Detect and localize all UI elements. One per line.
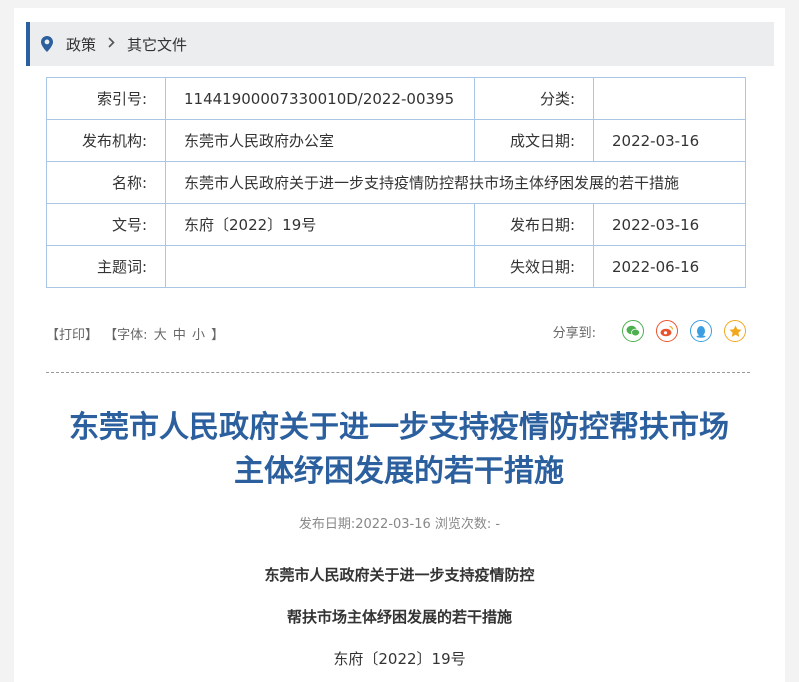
print-button[interactable]: 【打印】 <box>46 328 98 343</box>
font-large-button[interactable]: 大 <box>154 328 167 343</box>
weibo-icon[interactable] <box>656 320 678 342</box>
publish-date-label: 发布日期: <box>474 203 594 246</box>
location-pin-icon <box>40 35 54 53</box>
doc-no-value: 东府〔2022〕19号 <box>165 203 475 246</box>
breadcrumb-item-other-docs[interactable]: 其它文件 <box>127 34 187 55</box>
keywords-value <box>165 245 475 288</box>
page-container: 政策 其它文件 索引号: 11441900007330010D/2022-003… <box>14 8 785 682</box>
issuer-value: 东莞市人民政府办公室 <box>165 119 475 162</box>
table-row: 发布机构: 东莞市人民政府办公室 成文日期: 2022-03-16 <box>46 119 746 162</box>
expiry-value: 2022-06-16 <box>593 245 746 288</box>
article-publish-info: 发布日期:2022-03-16 浏览次数: - <box>298 517 501 532</box>
article-title: 东莞市人民政府关于进一步支持疫情防控帮扶市场 主体纾困发展的若干措施 <box>34 406 764 494</box>
category-value <box>593 77 746 120</box>
article-subtitle-line-2: 帮扶市场主体纾困发展的若干措施 <box>286 608 512 626</box>
qzone-icon[interactable] <box>724 320 746 342</box>
wechat-icon[interactable] <box>622 320 644 342</box>
written-date-value: 2022-03-16 <box>593 119 746 162</box>
share-bar: 分享到: <box>553 320 746 342</box>
dashed-divider <box>46 372 750 373</box>
chevron-right-icon <box>108 36 115 52</box>
breadcrumb-item-policy[interactable]: 政策 <box>66 34 96 55</box>
article-title-line-2: 主体纾困发展的若干措施 <box>234 454 564 489</box>
article-doc-number: 东府〔2022〕19号 <box>333 650 466 668</box>
name-label: 名称: <box>46 161 166 204</box>
category-label: 分类: <box>474 77 594 120</box>
article-title-line-1: 东莞市人民政府关于进一步支持疫情防控帮扶市场 <box>69 410 729 445</box>
print-font-controls: 【打印】 【字体: 大 中 小 】 <box>46 324 226 343</box>
keywords-label: 主题词: <box>46 245 166 288</box>
article-subtitle-line-1: 东莞市人民政府关于进一步支持疫情防控 <box>264 566 535 584</box>
index-value: 11441900007330010D/2022-00395 <box>165 77 475 120</box>
table-row: 名称: 东莞市人民政府关于进一步支持疫情防控帮扶市场主体纾困发展的若干措施 <box>46 161 746 204</box>
font-size-prefix: 【字体: <box>104 328 148 343</box>
table-row: 文号: 东府〔2022〕19号 发布日期: 2022-03-16 <box>46 203 746 246</box>
font-size-suffix: 】 <box>211 328 225 343</box>
font-small-button[interactable]: 小 <box>192 328 205 343</box>
document-meta-table: 索引号: 11441900007330010D/2022-00395 分类: 发… <box>46 77 746 288</box>
table-row: 索引号: 11441900007330010D/2022-00395 分类: <box>46 77 746 120</box>
font-medium-button[interactable]: 中 <box>173 328 186 343</box>
expiry-label: 失效日期: <box>474 245 594 288</box>
issuer-label: 发布机构: <box>46 119 166 162</box>
breadcrumb: 政策 其它文件 <box>26 22 774 66</box>
share-label: 分享到: <box>552 325 596 341</box>
article-toolbar: 【打印】 【字体: 大 中 小 】 分享到: <box>46 320 746 344</box>
publish-date-value: 2022-03-16 <box>593 203 746 246</box>
name-value: 东莞市人民政府关于进一步支持疫情防控帮扶市场主体纾困发展的若干措施 <box>165 161 746 204</box>
doc-no-label: 文号: <box>46 203 166 246</box>
qq-icon[interactable] <box>690 320 712 342</box>
table-row: 主题词: 失效日期: 2022-06-16 <box>46 245 746 288</box>
written-date-label: 成文日期: <box>474 119 594 162</box>
index-label: 索引号: <box>46 77 166 120</box>
